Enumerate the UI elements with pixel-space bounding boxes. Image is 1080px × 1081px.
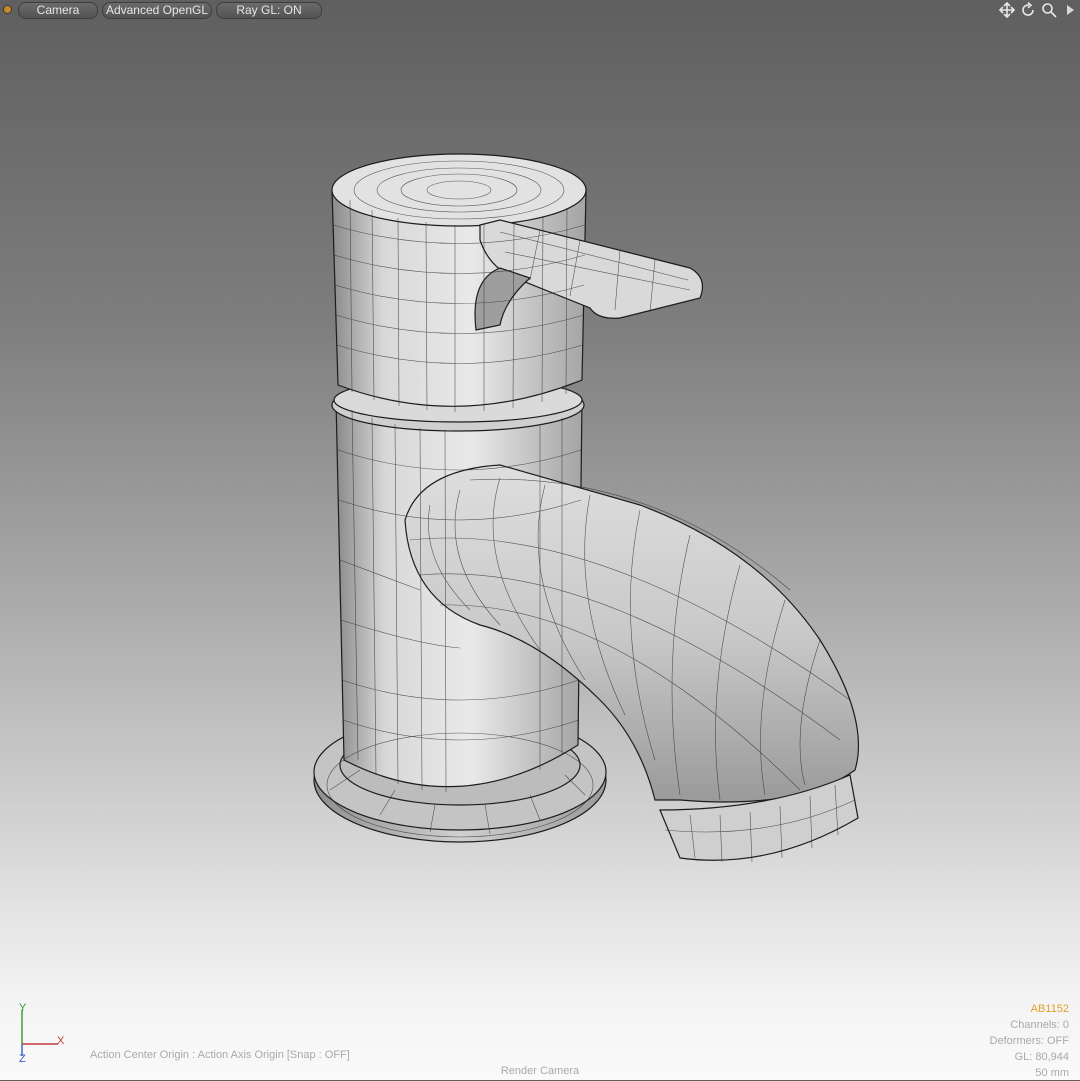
3d-viewport[interactable]: Camera Advanced OpenGL Ray GL: ON Y X Z … [0, 0, 1080, 1080]
menu-arrow-icon[interactable] [1061, 1, 1079, 19]
deformers-readout: Deformers: OFF [989, 1035, 1069, 1047]
faucet-wireframe-model[interactable] [0, 0, 1080, 1080]
gl-polycount-readout: GL: 80,944 [1014, 1051, 1069, 1063]
viewport-toolbar: Camera Advanced OpenGL Ray GL: ON [0, 0, 1080, 22]
channels-readout: Channels: 0 [1010, 1019, 1069, 1031]
axis-y-label: Y [19, 1002, 27, 1014]
axis-gizmo: Y X Z [12, 1000, 72, 1070]
viewport-menu-dot[interactable] [4, 6, 11, 13]
shading-mode-button[interactable]: Advanced OpenGL [102, 2, 212, 19]
rotate-icon[interactable] [1019, 1, 1037, 19]
axis-z-label: Z [19, 1053, 26, 1065]
action-center-status: Action Center Origin : Action Axis Origi… [90, 1049, 350, 1061]
viewport-info-panel: AB1152 Channels: 0 Deformers: OFF GL: 80… [990, 1001, 1069, 1081]
render-camera-label: Render Camera [500, 1065, 580, 1077]
focal-length-readout: 50 mm [1035, 1067, 1069, 1079]
move-icon[interactable] [998, 1, 1016, 19]
axis-x-label: X [57, 1035, 65, 1047]
item-name: AB1152 [1030, 1003, 1069, 1015]
camera-button[interactable]: Camera [18, 2, 98, 19]
ray-gl-button[interactable]: Ray GL: ON [216, 2, 322, 19]
zoom-icon[interactable] [1040, 1, 1058, 19]
